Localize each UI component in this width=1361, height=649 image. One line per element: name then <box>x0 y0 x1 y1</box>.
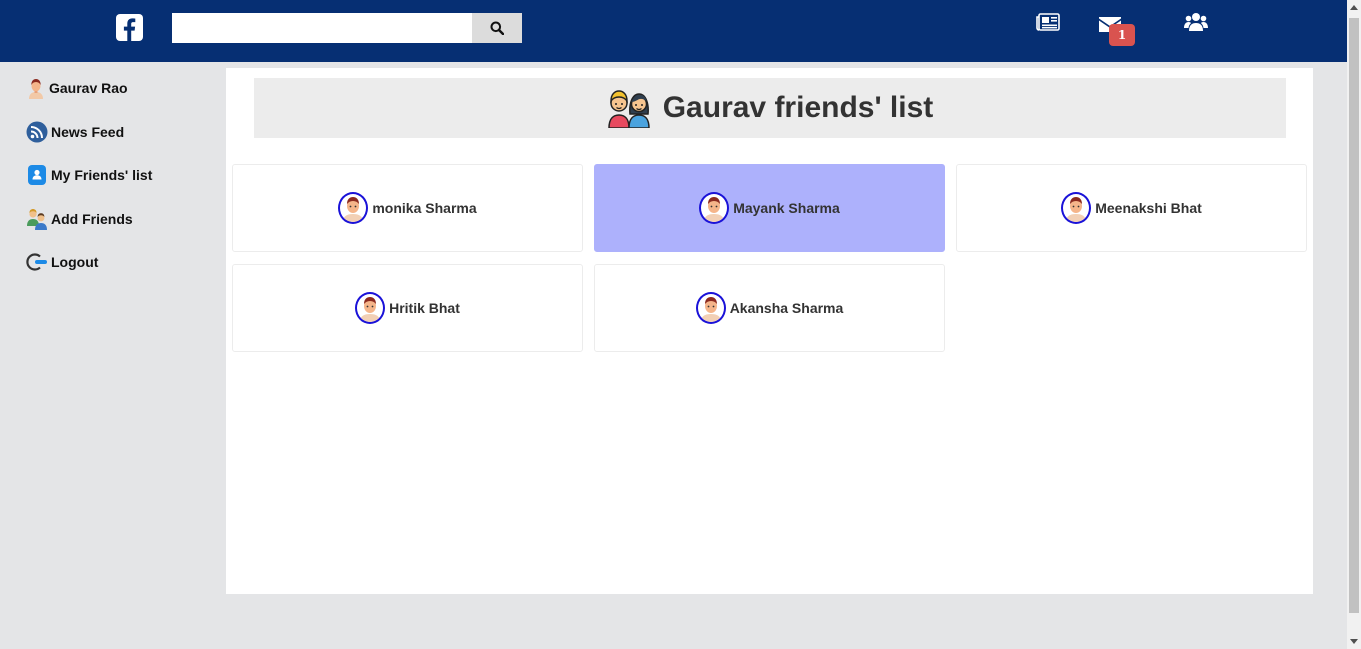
main-panel: Gaurav friends' list monika Sharma Mayan… <box>226 68 1313 594</box>
vertical-scrollbar[interactable] <box>1347 0 1361 649</box>
users-icon[interactable] <box>1184 12 1208 32</box>
top-navbar: 1 <box>0 0 1347 62</box>
friend-card[interactable]: monika Sharma <box>232 164 583 252</box>
scroll-down-arrow-icon[interactable] <box>1350 639 1358 644</box>
friend-card[interactable]: Akansha Sharma <box>594 264 945 352</box>
friend-name: Akansha Sharma <box>729 300 844 316</box>
friend-name: monika Sharma <box>372 200 477 216</box>
sidebar-item-news-feed[interactable]: News Feed <box>26 121 124 143</box>
sidebar-item-label: My Friends' list <box>51 167 153 183</box>
friend-name: Hritik Bhat <box>389 300 460 316</box>
sidebar-item-add-friends[interactable]: Add Friends <box>26 208 133 230</box>
search-button[interactable] <box>472 13 522 43</box>
search-input[interactable] <box>172 13 472 43</box>
scroll-thumb[interactable] <box>1349 18 1359 613</box>
sidebar-item-my-friends[interactable]: My Friends' list <box>26 164 152 186</box>
logout-icon <box>26 251 48 273</box>
contact-icon <box>26 164 48 186</box>
friends-couple-icon <box>607 88 651 129</box>
friend-card[interactable]: Meenakshi Bhat <box>956 164 1307 252</box>
friend-name: Mayank Sharma <box>733 200 840 216</box>
sidebar-item-label: News Feed <box>51 124 125 140</box>
sidebar-item-label: Add Friends <box>51 211 133 227</box>
page-title: Gaurav friends' list <box>662 91 934 124</box>
friend-avatar-icon <box>355 292 386 324</box>
page-title-box: Gaurav friends' list <box>254 78 1286 138</box>
friend-avatar-icon <box>338 192 369 224</box>
friend-avatar-icon <box>695 292 726 324</box>
rss-icon <box>26 121 48 143</box>
sidebar-item-profile[interactable]: Gaurav Rao <box>26 77 128 99</box>
messages-badge: 1 <box>1109 24 1135 46</box>
newspaper-icon[interactable] <box>1036 13 1060 31</box>
search-icon <box>490 21 504 35</box>
sidebar-item-logout[interactable]: Logout <box>26 251 98 273</box>
friend-avatar-icon <box>699 192 730 224</box>
sidebar-item-label: Logout <box>51 254 99 270</box>
scroll-up-arrow-icon[interactable] <box>1350 5 1358 10</box>
facebook-icon[interactable] <box>116 14 143 41</box>
friend-name: Meenakshi Bhat <box>1095 200 1202 216</box>
friend-card[interactable]: Mayank Sharma <box>594 164 945 252</box>
user-avatar-icon <box>26 77 46 99</box>
sidebar-item-label: Gaurav Rao <box>49 80 128 96</box>
friend-avatar-icon <box>1061 192 1092 224</box>
add-friends-icon <box>26 208 48 230</box>
friend-card[interactable]: Hritik Bhat <box>232 264 583 352</box>
